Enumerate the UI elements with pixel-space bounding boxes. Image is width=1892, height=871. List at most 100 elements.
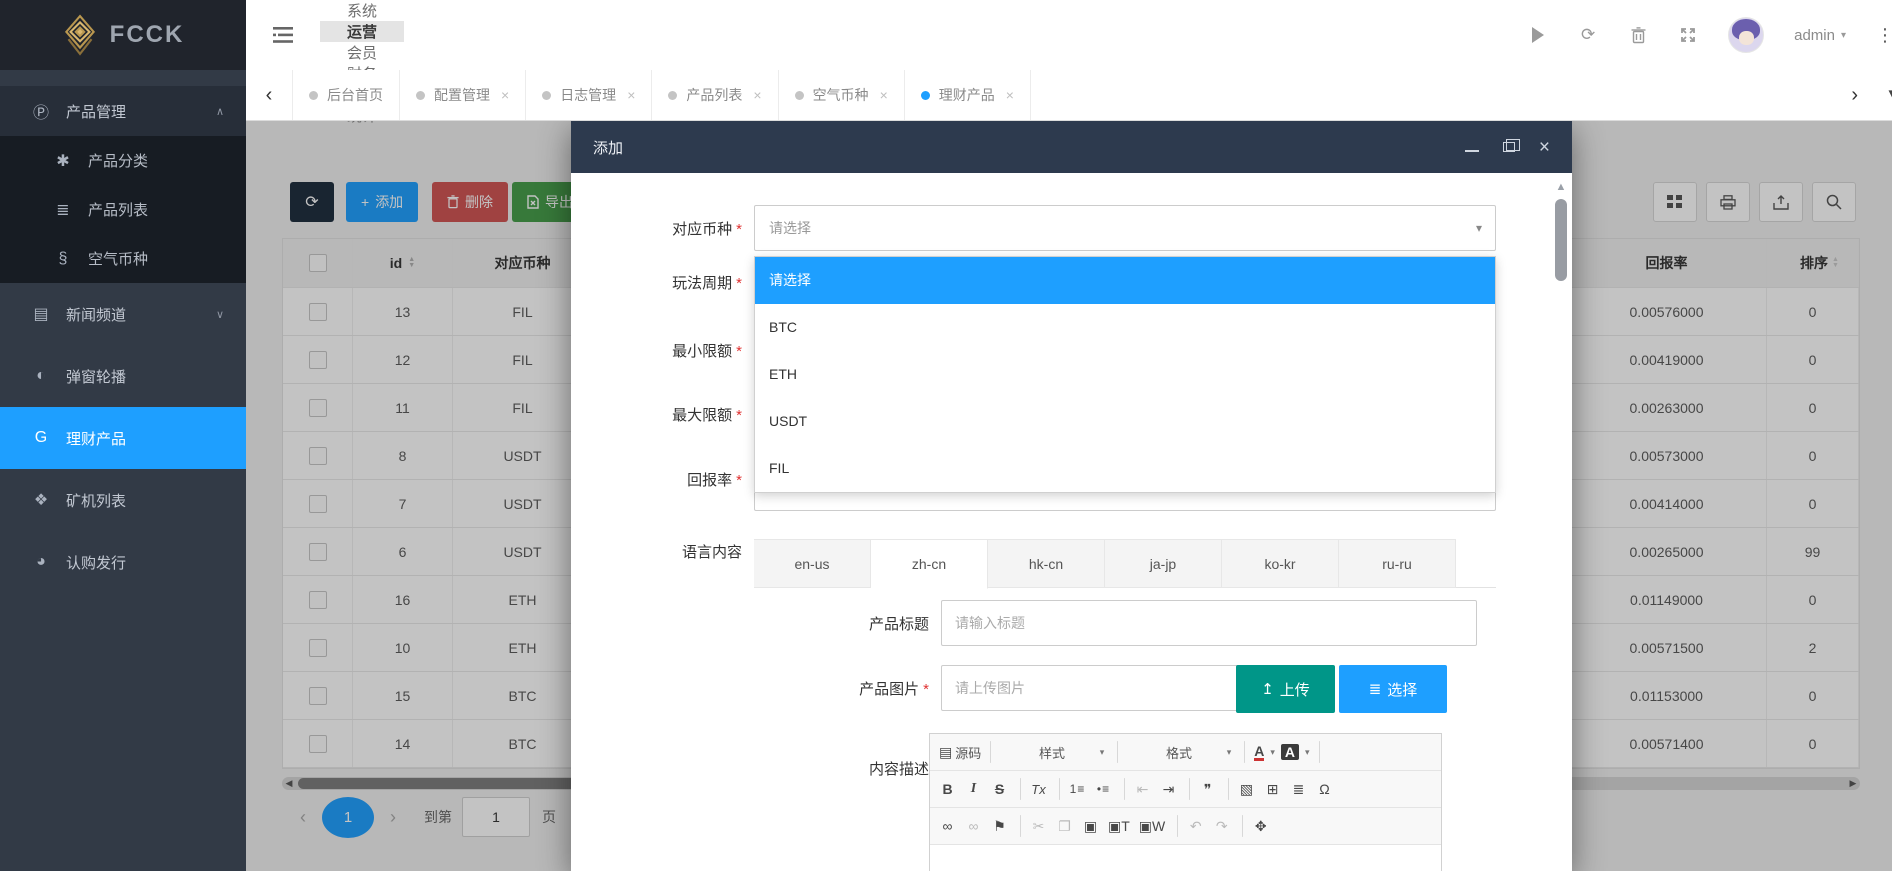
link-button[interactable]: ∞▾	[937, 813, 961, 839]
choose-button[interactable]: ≣ 选择	[1339, 665, 1447, 713]
cut-button[interactable]: ✂▾	[1028, 813, 1052, 839]
play-icon[interactable]	[1528, 25, 1548, 45]
separator[interactable]: ▾	[1244, 741, 1246, 763]
separator[interactable]: ▾	[1318, 741, 1320, 763]
bold-button[interactable]: B▾	[937, 776, 961, 802]
language-tab[interactable]: en-us	[754, 539, 871, 588]
anchor-button[interactable]: ⚑▾	[989, 813, 1013, 839]
undo-button[interactable]: ↶▾	[1185, 813, 1209, 839]
separator[interactable]: ▾	[1177, 815, 1179, 837]
styles-combo[interactable]: 样式 ▾	[998, 739, 1110, 765]
paste-text-button[interactable]: ▣T▾	[1106, 813, 1135, 839]
sidebar-item[interactable]: § 空气币种	[0, 234, 246, 283]
language-tab[interactable]: ru-ru	[1339, 539, 1456, 588]
tab[interactable]: 配置管理 ×	[400, 70, 527, 120]
image-button[interactable]: ▧▾	[1236, 776, 1260, 802]
language-tab[interactable]: zh-cn	[871, 539, 988, 589]
outdent-button[interactable]: ⇤▾	[1132, 776, 1156, 802]
italic-button[interactable]: I▾	[963, 776, 987, 802]
separator[interactable]: ▾	[1189, 778, 1190, 800]
close-icon[interactable]: ×	[1006, 87, 1014, 103]
hr-button[interactable]: ≣▾	[1288, 776, 1312, 802]
tab[interactable]: 后台首页 ×	[292, 70, 400, 120]
fullscreen-icon[interactable]	[1678, 25, 1698, 45]
sidebar-item[interactable]: ◐ 弹窗轮播	[0, 345, 246, 407]
separator[interactable]: ▾	[1059, 778, 1060, 800]
sidebar-item[interactable]: ▤ 新闻频道 ∨	[0, 283, 246, 345]
product-image-input[interactable]	[941, 665, 1248, 711]
source-button[interactable]: ▤源码▾	[937, 739, 983, 765]
sidebar-item-label: 认购发行	[66, 554, 127, 572]
scroll-up-icon[interactable]: ▲	[1553, 181, 1569, 193]
text-color-button[interactable]: A ▾	[1252, 739, 1277, 765]
special-char-button[interactable]: Ω▾	[1314, 776, 1338, 802]
dropdown-option[interactable]: 请选择	[755, 257, 1495, 304]
close-icon[interactable]: ×	[1539, 138, 1550, 157]
ordered-list-button[interactable]: 1≡▾	[1067, 776, 1091, 802]
tab[interactable]: 产品列表 ×	[652, 70, 779, 120]
separator[interactable]: ▾	[1124, 778, 1125, 800]
user-avatar[interactable]	[1728, 17, 1765, 53]
paste-button[interactable]: ▣▾	[1080, 813, 1104, 839]
separator[interactable]: ▾	[1020, 815, 1021, 837]
editor-content-area[interactable]	[930, 845, 1441, 871]
sidebar-item[interactable]: ❖ 矿机列表	[0, 469, 246, 531]
topnav-item[interactable]: 运营	[320, 21, 405, 42]
separator[interactable]: ▾	[990, 741, 992, 763]
add-dialog: 添加 × 对应币种 * 请选择 ▾ 玩法周期 * 最小限额 * 最大限额 * 回…	[571, 121, 1572, 871]
sidebar-item[interactable]: G 理财产品	[0, 407, 246, 469]
sidebar-item[interactable]: ✱ 产品分类	[0, 136, 246, 185]
refresh-icon[interactable]: ⟳	[1578, 25, 1598, 45]
trash-icon[interactable]	[1628, 25, 1648, 45]
tabs-menu-icon[interactable]: ▾	[1888, 84, 1892, 102]
scrollbar-thumb[interactable]	[1555, 199, 1567, 281]
remove-format-button[interactable]: Tx▾	[1028, 776, 1052, 802]
strike-button[interactable]: S▾	[989, 776, 1013, 802]
dropdown-option[interactable]: USDT	[755, 398, 1495, 445]
close-icon[interactable]: ×	[880, 87, 888, 103]
topnav-item[interactable]: 会员	[320, 42, 404, 63]
sidebar-item[interactable]: Ⓟ 产品管理 ∧	[0, 86, 246, 136]
modal-scrollbar[interactable]: ▲	[1553, 181, 1569, 865]
dropdown-option[interactable]: ETH	[755, 351, 1495, 398]
blockquote-button[interactable]: ❞▾	[1197, 776, 1221, 802]
currency-select[interactable]: 请选择 ▾	[754, 205, 1496, 251]
sidebar-toggle-icon[interactable]	[246, 0, 320, 70]
separator[interactable]: ▾	[1020, 778, 1021, 800]
tab[interactable]: 空气币种 ×	[779, 70, 905, 120]
tab[interactable]: 日志管理 ×	[526, 70, 653, 120]
maximize-button[interactable]: ✥▾	[1250, 813, 1274, 839]
sidebar-item[interactable]: ≣ 产品列表	[0, 185, 246, 234]
dropdown-option[interactable]: BTC	[755, 304, 1495, 351]
separator[interactable]: ▾	[1117, 741, 1119, 763]
tabs-scroll-left[interactable]: ‹	[246, 70, 292, 120]
copy-button[interactable]: ❐▾	[1054, 813, 1078, 839]
table-button[interactable]: ⊞▾	[1262, 776, 1286, 802]
sidebar-item[interactable]: ◕ 认购发行	[0, 531, 246, 593]
topnav-item[interactable]: 系统	[320, 0, 404, 21]
format-combo[interactable]: 格式 ▾	[1125, 739, 1237, 765]
minimize-icon[interactable]	[1464, 150, 1479, 152]
unordered-list-button[interactable]: •≡▾	[1093, 776, 1117, 802]
language-tab[interactable]: ko-kr	[1222, 539, 1339, 588]
unlink-button[interactable]: ∞▾	[963, 813, 987, 839]
product-title-input[interactable]	[941, 600, 1477, 646]
upload-button[interactable]: ↥ 上传	[1236, 665, 1335, 713]
language-tab[interactable]: ja-jp	[1105, 539, 1222, 588]
tabs-scroll-right[interactable]: ›	[1851, 70, 1858, 121]
separator[interactable]: ▾	[1228, 778, 1229, 800]
restore-icon[interactable]	[1502, 139, 1520, 152]
dropdown-option[interactable]: FIL	[755, 445, 1495, 492]
bg-color-button[interactable]: A ▾	[1279, 739, 1312, 765]
user-menu[interactable]: admin ▾	[1794, 27, 1846, 44]
close-icon[interactable]: ×	[501, 87, 509, 103]
redo-button[interactable]: ↷▾	[1211, 813, 1235, 839]
language-tab[interactable]: hk-cn	[988, 539, 1105, 588]
separator[interactable]: ▾	[1242, 815, 1244, 837]
tab[interactable]: 理财产品 ×	[905, 70, 1031, 120]
indent-button[interactable]: ⇥▾	[1158, 776, 1182, 802]
close-icon[interactable]: ×	[753, 87, 761, 103]
more-menu-icon[interactable]: ⋮	[1876, 25, 1892, 46]
close-icon[interactable]: ×	[627, 87, 635, 103]
paste-word-button[interactable]: ▣W▾	[1137, 813, 1170, 839]
